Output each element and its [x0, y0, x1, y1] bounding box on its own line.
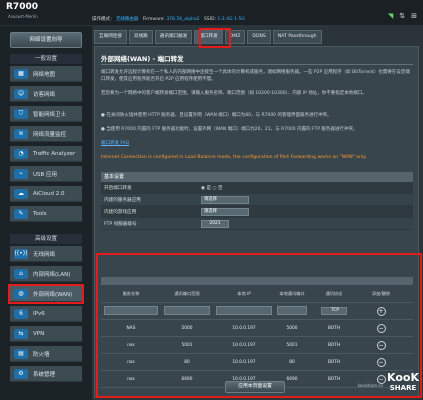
- watermark-bottom: SHARE: [389, 384, 417, 392]
- tab-5[interactable]: DDNS: [247, 30, 271, 44]
- ftp-port-label: FTP 伺服器端号: [104, 221, 137, 227]
- sidebar-item-label: 系统管理: [33, 371, 56, 378]
- note-http: ● 在关闭防火墙并使用 HTTP 服务器，且设置外网（WAN 端口）端口为80，…: [101, 113, 332, 118]
- enable-radio[interactable]: ◉ 是 ○ 否: [201, 185, 223, 191]
- basic-settings-header: 基本设置: [101, 172, 413, 182]
- sidebar-adv-item-3[interactable]: 6 IPv6: [10, 306, 82, 322]
- wireless-icon: ((•)): [14, 248, 28, 259]
- basic-settings-table: 基本设置 开启端口转发 ◉ 是 ○ 否 内建的服务器应用 请选择 内建的游戏应用…: [101, 172, 413, 230]
- firmware-value[interactable]: 378.56_alpha2: [166, 17, 199, 22]
- usb-status-icon[interactable]: ⇅: [399, 12, 405, 20]
- guest-network-icon: ☺: [14, 88, 28, 99]
- settings-row-game: 内建的游戏应用 请选择: [101, 206, 413, 218]
- quick-setup-button[interactable]: 网络设置向导: [10, 32, 82, 48]
- watermark-url: koolshare.cn: [357, 383, 383, 388]
- lan-icon: ⌂: [14, 268, 28, 279]
- sidebar-item-label: IPv6: [33, 310, 45, 317]
- tab-1[interactable]: 双线路: [128, 30, 153, 44]
- highlight-wan: [8, 284, 84, 304]
- watermark-logo: KooK SHARE: [387, 371, 419, 392]
- ftp-port-input[interactable]: 2021: [201, 219, 229, 228]
- tools-icon: ✎: [14, 208, 28, 219]
- status-icons: ◥ ⇅ ⊞: [388, 12, 417, 20]
- sidebar-adv-item-0[interactable]: ((•)) 无线网络: [10, 246, 82, 262]
- sidebar-item-label: 内部网络(LAN): [33, 271, 71, 278]
- highlight-port-forward-tab: [199, 28, 231, 48]
- cloud-icon: ☁: [14, 188, 28, 199]
- sidebar-adv-item-4[interactable]: ⇆ VPN: [10, 326, 82, 342]
- settings-row-ftp: FTP 伺服器端号 2021: [101, 218, 413, 230]
- analyzer-icon: ◔: [14, 148, 28, 159]
- enable-value: 是 ○ 否: [206, 185, 223, 191]
- top-bar: R7000 Asuswrt-Merlin 操作模式： 无线路由器 Firmwar…: [0, 0, 423, 26]
- advanced-section-header: 高级设置: [10, 234, 82, 244]
- mode-label: 操作模式：: [92, 17, 115, 22]
- firewall-icon: ▤: [14, 348, 28, 359]
- wifi-icon[interactable]: ◥: [388, 12, 393, 20]
- sidebar-item-label: 访客网络: [33, 91, 56, 98]
- sidebar-item-label: 防火墙: [33, 351, 50, 358]
- network-map-icon: ▦: [14, 68, 28, 79]
- description-1: 端口转发允许远程计算机在一个私人的内部网络中连接至一个具体的计算机或服务，诸如网…: [101, 70, 410, 82]
- highlight-port-list: [96, 253, 422, 398]
- server-app-label: 内建的服务器应用: [104, 197, 141, 203]
- shield-icon: ⛉: [14, 108, 28, 119]
- ssid-value: 1-2.4G 1-5G: [217, 17, 245, 22]
- sidebar-item-0[interactable]: ▦ 网络地图: [10, 66, 82, 82]
- sidebar-adv-item-6[interactable]: ⚙ 系统管理: [10, 366, 82, 382]
- sidebar-item-2[interactable]: ⛉ 智能网络卫士: [10, 106, 82, 122]
- ipv6-icon: 6: [14, 308, 28, 319]
- sidebar-item-label: Traffic Analyzer: [33, 150, 76, 157]
- sidebar-item-label: USB 应用: [33, 171, 58, 178]
- sidebar-item-4[interactable]: ◔ Traffic Analyzer: [10, 146, 82, 162]
- sidebar-item-3[interactable]: ≋ 网络流量监控: [10, 126, 82, 142]
- sidebar-item-label: VPN: [33, 330, 45, 337]
- traffic-icon: ≋: [14, 128, 28, 139]
- network-status-icon[interactable]: ⊞: [411, 12, 417, 20]
- usb-icon: ⌁: [14, 168, 28, 179]
- sidebar-item-label: 网络地图: [33, 71, 56, 78]
- tab-2[interactable]: 通讯端口触发: [154, 30, 193, 44]
- sidebar-item-label: 无线网络: [33, 251, 56, 258]
- description-2: 若您要为一个网络中的客户端转发端口范围，请输入服务名称、端口范围（如 10200…: [101, 91, 367, 96]
- sidebar: 网络设置向导 一般设置 ▦ 网络地图 ☺ 访客网络 ⛉ 智能网络卫士 ≋ 网络流量监控 ◔ Tra…: [0, 26, 92, 400]
- tab-0[interactable]: 互联网连接: [94, 30, 127, 44]
- settings-row-enable: 开启端口转发 ◉ 是 ○ 否: [101, 182, 413, 194]
- game-app-label: 内建的游戏应用: [104, 209, 137, 215]
- admin-icon: ⚙: [14, 368, 28, 379]
- ssid-label: SSID:: [203, 17, 216, 22]
- enable-label: 开启端口转发: [104, 185, 132, 191]
- firmware-brand: Asuswrt-Merlin: [8, 14, 38, 19]
- settings-row-server: 内建的服务器应用 请选择: [101, 194, 413, 206]
- sidebar-adv-item-1[interactable]: ⌂ 内部网络(LAN): [10, 266, 82, 282]
- page-title: 外部网络(WAN) - 端口转发: [101, 55, 184, 63]
- sidebar-item-5[interactable]: ⌁ USB 应用: [10, 166, 82, 182]
- sidebar-item-6[interactable]: ☁ AiCloud 2.0: [10, 186, 82, 202]
- game-app-select[interactable]: 请选择: [201, 207, 249, 216]
- general-section-header: 一般设置: [10, 54, 82, 64]
- server-app-select[interactable]: 请选择: [201, 195, 249, 204]
- tab-6[interactable]: NAT Passthrough: [272, 30, 322, 44]
- mode-value[interactable]: 无线路由器: [116, 17, 139, 22]
- sidebar-item-1[interactable]: ☺ 访客网络: [10, 86, 82, 102]
- firmware-label: Firmware:: [142, 17, 165, 22]
- divider: [101, 64, 413, 65]
- sidebar-item-label: AiCloud 2.0: [33, 190, 65, 197]
- faq-link[interactable]: 端口转发 FAQ: [101, 140, 129, 146]
- status-line: 操作模式： 无线路由器 Firmware: 378.56_alpha2 SSID…: [92, 16, 245, 22]
- vpn-icon: ⇆: [14, 328, 28, 339]
- watermark-top: KooK: [387, 371, 419, 384]
- sidebar-item-7[interactable]: ✎ Tools: [10, 206, 82, 222]
- load-balance-warning: Internet Connection is configured in Loa…: [101, 155, 367, 160]
- sidebar-item-label: 智能网络卫士: [33, 111, 67, 118]
- note-ftp: ● 当使用 R7000 内置的 FTP 服务器功能时，设置外网（WAN 端口）端…: [101, 127, 358, 132]
- sidebar-item-label: Tools: [33, 210, 47, 217]
- sidebar-adv-item-5[interactable]: ▤ 防火墙: [10, 346, 82, 362]
- sidebar-item-label: 网络流量监控: [33, 131, 67, 138]
